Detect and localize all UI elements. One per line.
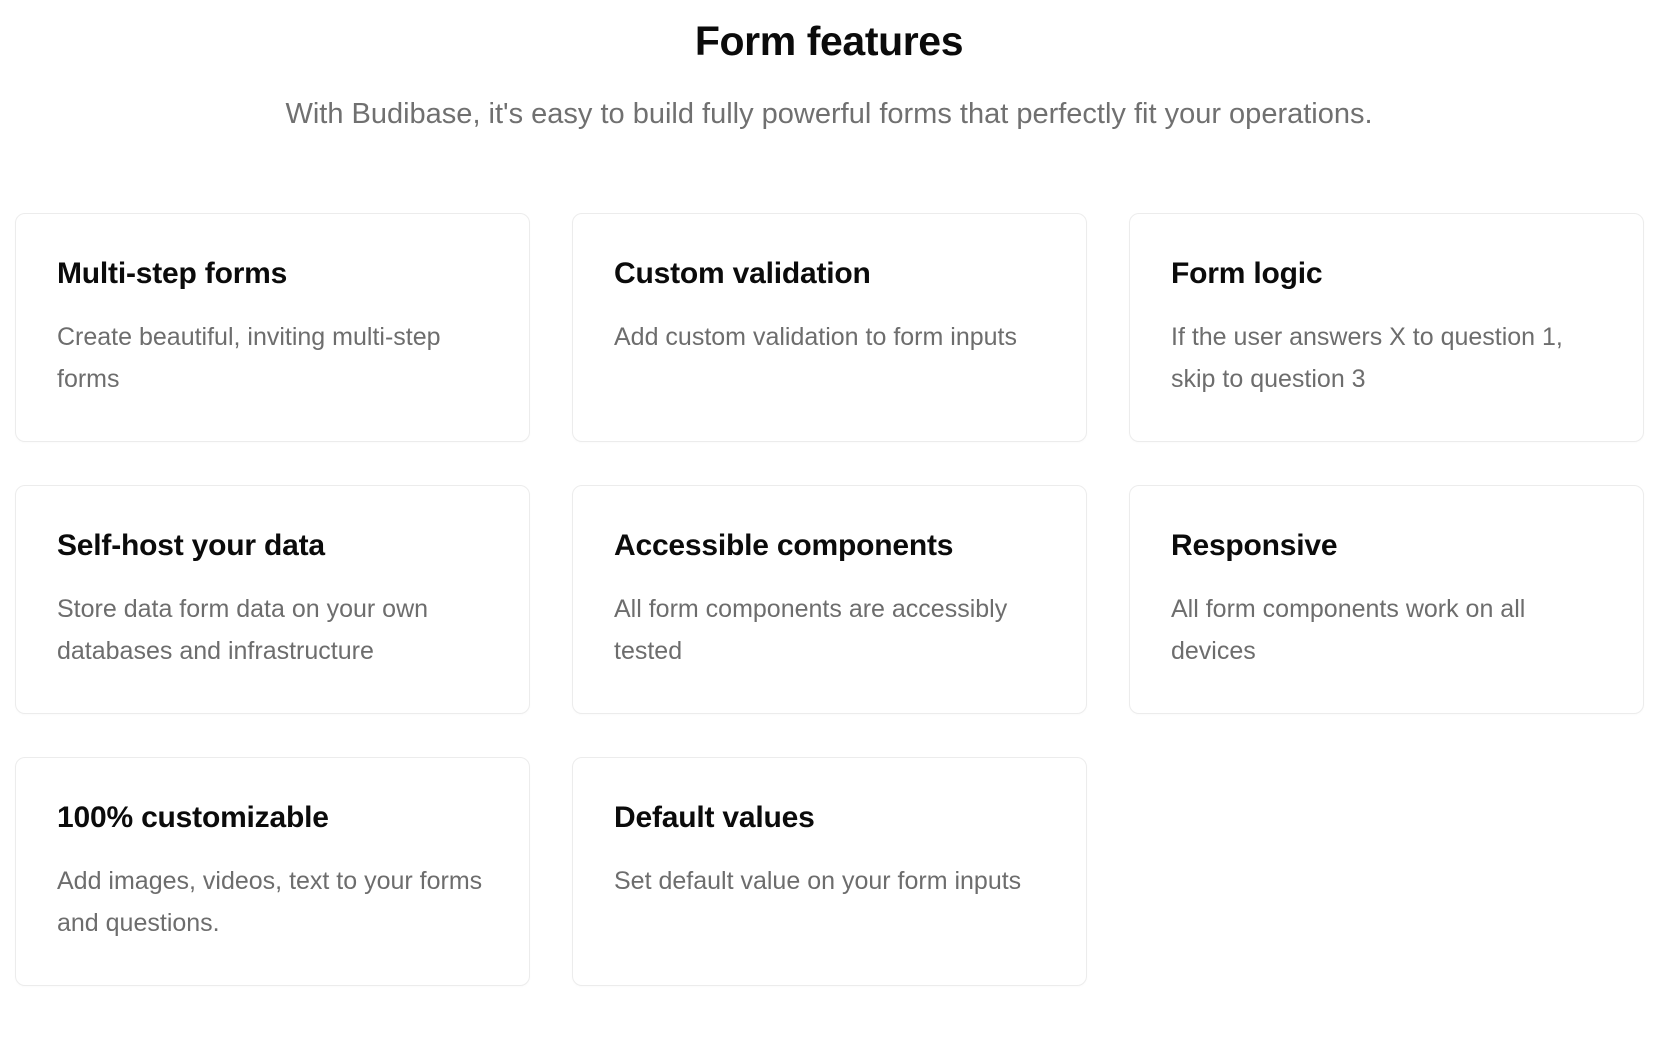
feature-title: Form logic: [1171, 257, 1323, 290]
feature-card-self-host-your-data: Self-host your data Store data form data…: [15, 485, 530, 714]
feature-description: All form components work on all devices: [1171, 595, 1526, 665]
feature-title: Multi-step forms: [57, 257, 288, 290]
feature-card-accessible-components: Accessible components All form component…: [572, 485, 1087, 714]
feature-description: Add custom validation to form inputs: [614, 323, 1017, 351]
feature-description: All form components are accessibly teste…: [614, 595, 1008, 665]
feature-description: Store data form data on your own databas…: [57, 595, 429, 665]
feature-description: Create beautiful, inviting multi-step fo…: [57, 323, 441, 393]
feature-description: Set default value on your form inputs: [614, 867, 1022, 895]
feature-title: Self-host your data: [57, 529, 325, 562]
feature-card-default-values: Default values Set default value on your…: [572, 757, 1087, 986]
feature-title: Default values: [614, 801, 815, 834]
feature-card-custom-validation: Custom validation Add custom validation …: [572, 213, 1087, 442]
feature-description: Add images, videos, text to your forms a…: [57, 867, 483, 937]
feature-card-responsive: Responsive All form components work on a…: [1129, 485, 1644, 714]
page-title: Form features: [694, 18, 964, 64]
form-features-section: Form features With Budibase, it's easy t…: [0, 0, 1658, 1048]
feature-card-100-customizable: 100% customizable Add images, videos, te…: [15, 757, 530, 986]
feature-title: Custom validation: [614, 257, 871, 290]
feature-card-form-logic: Form logic If the user answers X to ques…: [1129, 213, 1644, 442]
feature-title: 100% customizable: [57, 801, 329, 834]
feature-title: Responsive: [1171, 529, 1338, 562]
feature-title: Accessible components: [614, 529, 954, 562]
feature-description: If the user answers X to question 1, ski…: [1171, 323, 1563, 393]
features-grid: Multi-step forms Create beautiful, invit…: [15, 213, 1644, 986]
page-subtitle: With Budibase, it's easy to build fully …: [285, 98, 1373, 130]
feature-card-multi-step-forms: Multi-step forms Create beautiful, invit…: [15, 213, 530, 442]
